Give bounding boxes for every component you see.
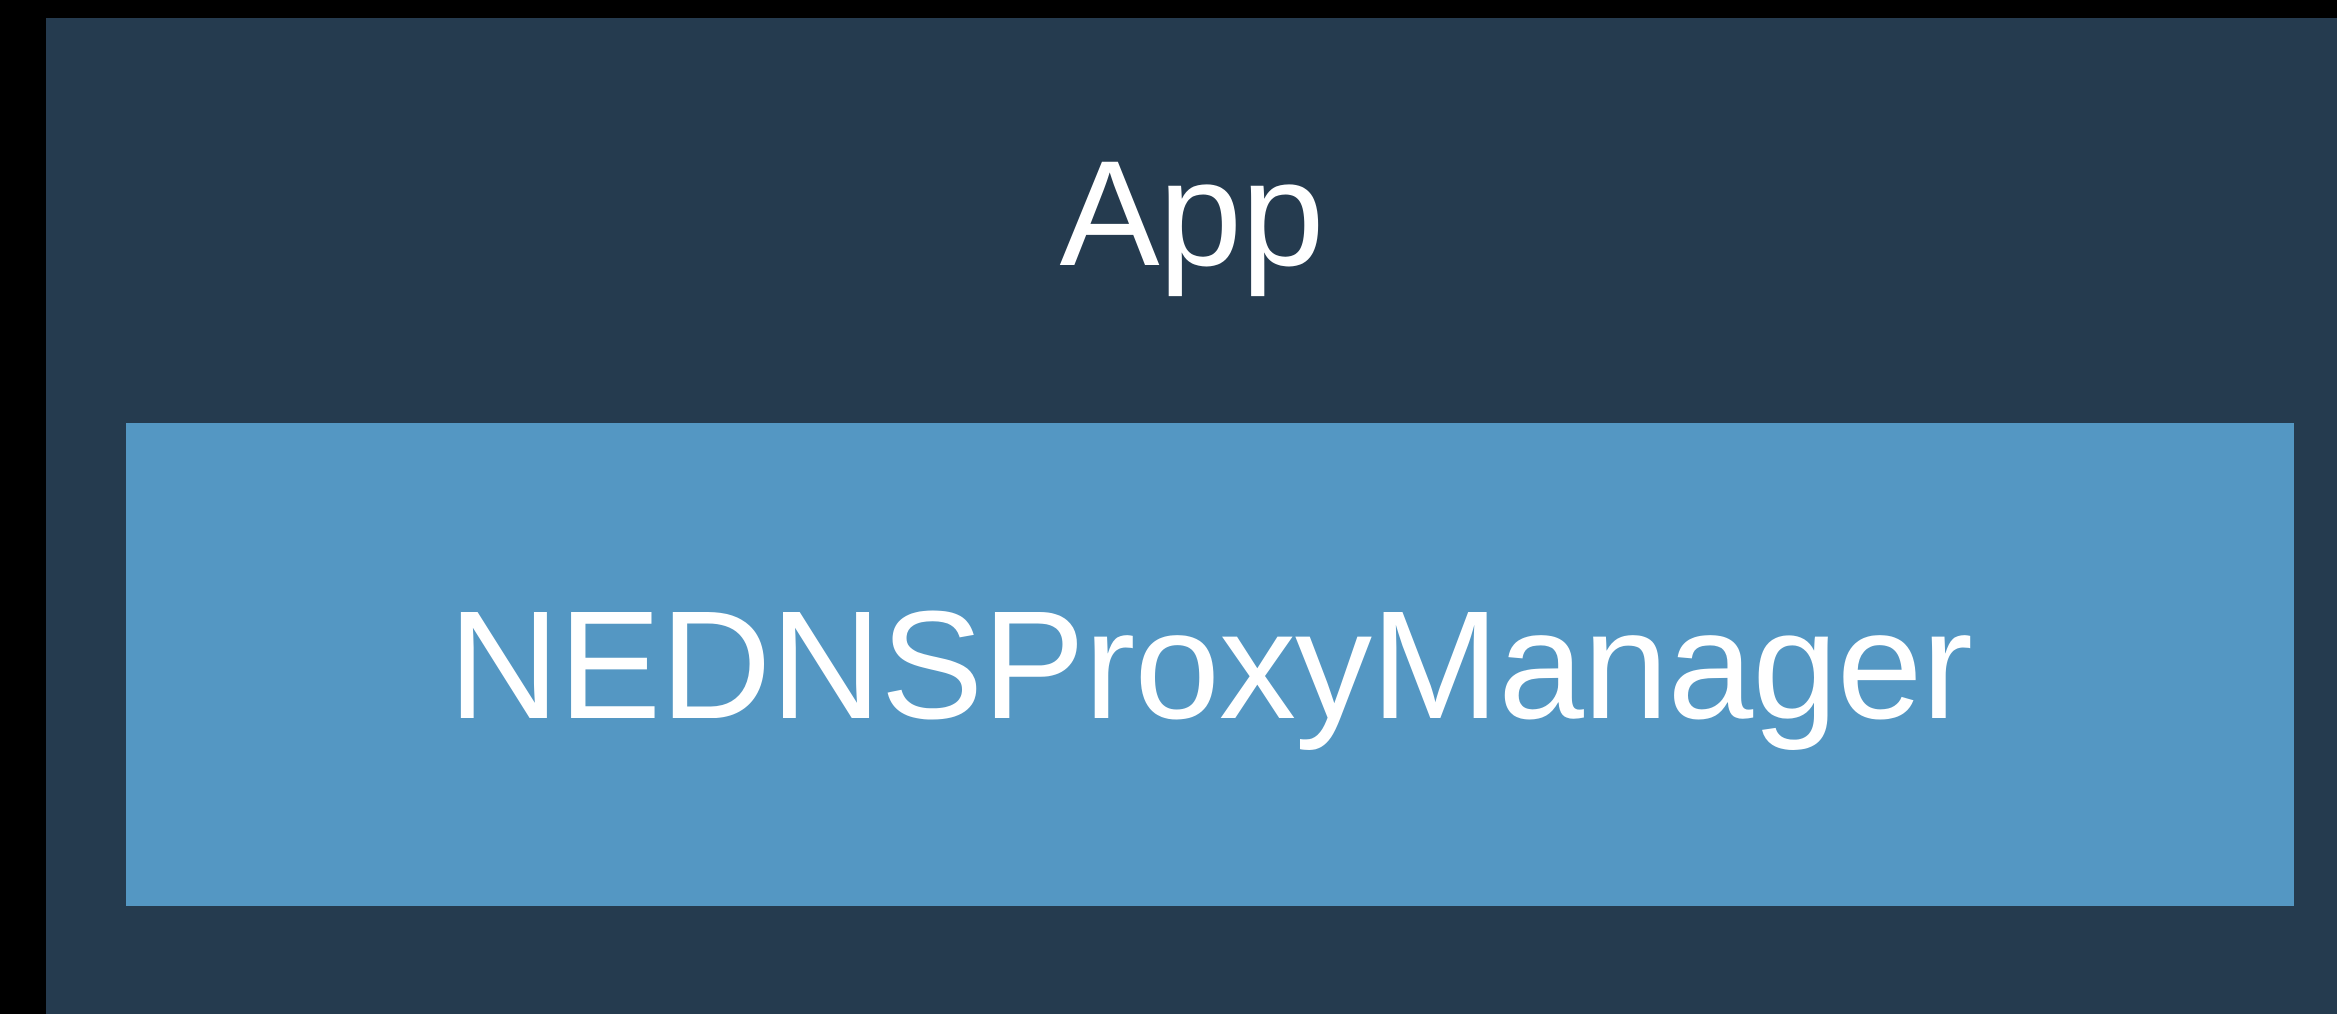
app-layer-box: App NEDNSProxyManager	[46, 18, 2337, 1014]
diagram-canvas: App NEDNSProxyManager	[0, 0, 2337, 1014]
app-layer-label: App	[1059, 129, 1325, 297]
dns-proxy-manager-box: NEDNSProxyManager	[126, 423, 2294, 906]
dns-proxy-manager-label: NEDNSProxyManager	[448, 578, 1973, 751]
